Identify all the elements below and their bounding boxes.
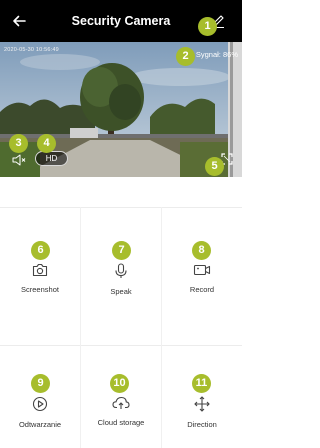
divider	[0, 207, 242, 208]
playback-label: Odtwarzanie	[18, 420, 62, 429]
callout-badge-2: 2	[176, 47, 195, 66]
camera-icon	[32, 263, 48, 277]
cloud-upload-icon	[112, 396, 130, 409]
screenshot-label: Screenshot	[21, 285, 59, 294]
screenshot-button[interactable]: Screenshot	[0, 263, 80, 294]
callout-badge-6: 6	[31, 241, 50, 260]
signal-strength-text: Sygnał: 86%	[195, 50, 238, 59]
speak-label: Speak	[110, 287, 132, 296]
callout-badge-5: 5	[205, 157, 224, 176]
callout-badge-9: 9	[31, 374, 50, 393]
camera-controls-grid: 6 7 8 9 10 11 Screenshot Speak Record Od…	[0, 207, 242, 448]
play-circle-icon	[32, 396, 48, 412]
speaker-muted-icon[interactable]	[12, 154, 26, 166]
speak-button[interactable]: Speak	[81, 263, 161, 296]
video-camera-icon	[193, 264, 211, 276]
microphone-icon	[115, 263, 127, 278]
move-arrows-icon	[194, 396, 210, 412]
callout-badge-1: 1	[198, 17, 217, 36]
video-timestamp: 2020-05-30 10:56:49	[4, 47, 59, 53]
callout-badge-3: 3	[9, 134, 28, 153]
record-button[interactable]: Record	[162, 263, 242, 294]
callout-badge-7: 7	[112, 241, 131, 260]
camera-video-feed[interactable]: 2020-05-30 10:56:49 Sygnał: 86% HD	[0, 42, 242, 177]
record-label: Record	[189, 285, 215, 294]
direction-button[interactable]: Direction	[162, 396, 242, 429]
callout-badge-4: 4	[37, 134, 56, 153]
playback-button[interactable]: Odtwarzanie	[0, 396, 80, 429]
callout-badge-8: 8	[192, 241, 211, 260]
divider	[0, 345, 242, 346]
callout-badge-10: 10	[110, 374, 129, 393]
direction-label: Direction	[187, 420, 217, 429]
cloud-storage-label: Cloud storage	[97, 418, 145, 427]
cloud-storage-button[interactable]: Cloud storage	[81, 396, 161, 427]
callout-badge-11: 11	[192, 374, 211, 393]
video-quality-button[interactable]: HD	[35, 151, 68, 166]
